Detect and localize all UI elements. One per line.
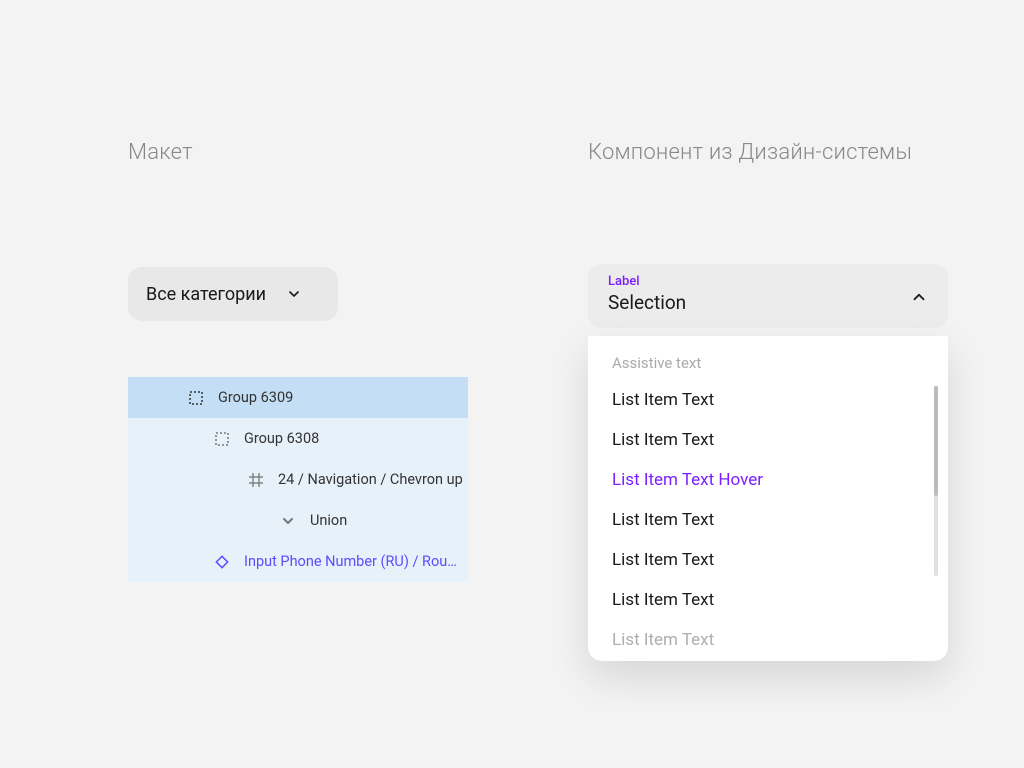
select-value: Selection <box>608 291 686 314</box>
chevron-up-icon <box>910 288 928 310</box>
select-label: Label <box>608 274 686 289</box>
list-item[interactable]: List Item Text <box>612 540 924 580</box>
group-marquee-icon <box>214 431 230 447</box>
layer-label: Union <box>310 512 347 529</box>
layer-label: Group 6309 <box>218 389 293 406</box>
layer-row[interactable]: Group 6308 <box>128 418 468 459</box>
list-item[interactable]: List Item Text Hover <box>612 460 924 500</box>
chevron-down-small-icon <box>280 513 296 529</box>
group-marquee-icon <box>188 390 204 406</box>
dropdown-button-label: Все категории <box>146 284 266 305</box>
select-field[interactable]: Label Selection <box>588 264 948 328</box>
list-item[interactable]: List Item Text <box>612 380 924 420</box>
diamond-instance-icon <box>214 554 230 570</box>
categories-dropdown-button[interactable]: Все категории <box>128 267 338 321</box>
assistive-text: Assistive text <box>612 354 924 372</box>
frame-hash-icon <box>248 472 264 488</box>
layer-label: 24 / Navigation / Chevron up <box>278 471 463 488</box>
layer-row[interactable]: 24 / Navigation / Chevron up <box>128 459 468 500</box>
list-item[interactable]: List Item Text <box>612 500 924 540</box>
scrollbar[interactable] <box>934 386 938 576</box>
layer-label: Input Phone Number (RU) / Rou… <box>244 553 457 570</box>
chevron-down-icon <box>286 286 302 302</box>
dropdown-menu: Assistive text List Item Text List Item … <box>588 336 948 661</box>
layer-row[interactable]: Input Phone Number (RU) / Rou… <box>128 541 468 582</box>
section-heading-right: Компонент из Дизайн-системы <box>588 140 912 165</box>
layer-label: Group 6308 <box>244 430 319 447</box>
list-item[interactable]: List Item Text <box>612 420 924 460</box>
section-heading-left: Макет <box>128 140 193 165</box>
layer-row[interactable]: Group 6309 <box>128 377 468 418</box>
scrollbar-thumb[interactable] <box>934 386 938 496</box>
list-item[interactable]: List Item Text <box>612 620 924 660</box>
list-item[interactable]: List Item Text <box>612 580 924 620</box>
layer-row[interactable]: Union <box>128 500 468 541</box>
layers-panel: Group 6309 Group 6308 24 / Navigation / … <box>128 377 468 582</box>
